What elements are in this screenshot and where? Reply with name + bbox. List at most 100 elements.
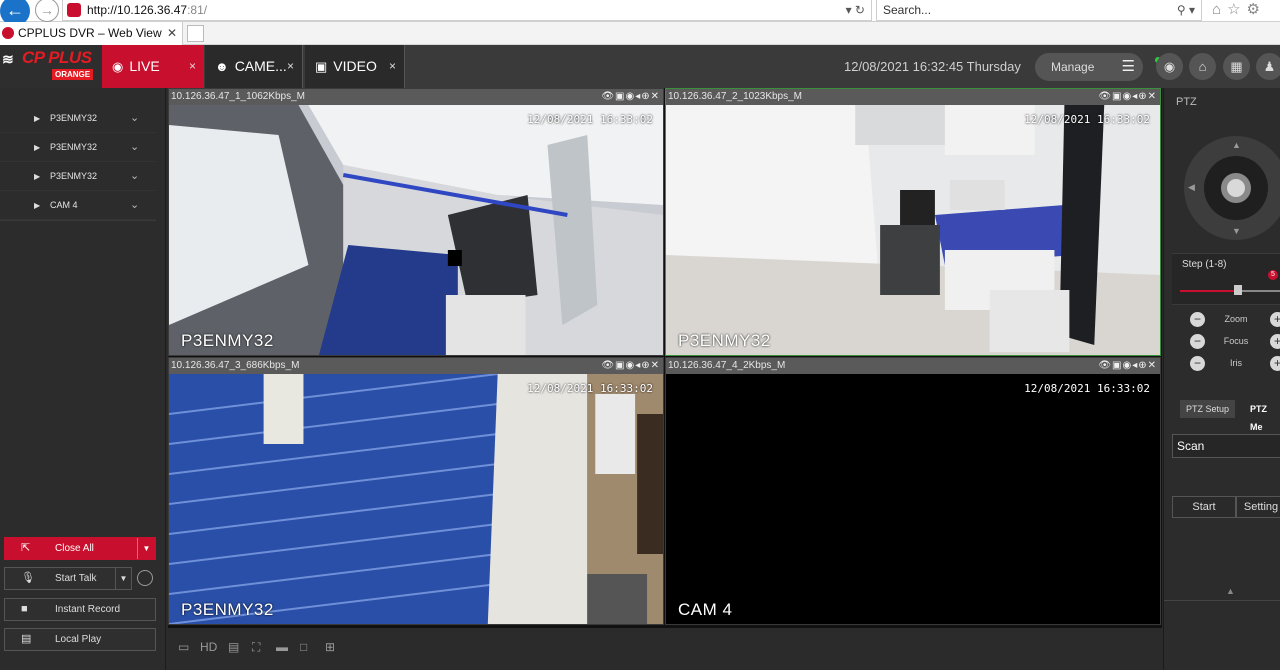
wh-ratio-icon[interactable]: ▭ [178,640,189,654]
url-input[interactable]: http://10.126.36.47:81/ ▾ ↻ [62,0,872,21]
expand-caret-icon[interactable]: ▶ [34,162,40,191]
home-icon[interactable]: ⌂ [1189,53,1216,80]
pane-controls-icon[interactable]: 👁▣◉◂⊕✕ [1098,358,1157,374]
camera-list-item[interactable]: ▶ P3ENMY32 ⌄ [0,133,156,162]
qr-code-icon[interactable]: ▦ [1223,53,1250,80]
pane-header: 10.126.36.47_3_686Kbps_M 👁▣◉◂⊕✕ [169,358,663,374]
home-icon[interactable]: ⌂ [1212,0,1221,22]
start-talk-button[interactable]: 🎙 Start Talk ▼ [4,567,132,590]
iris-minus-button[interactable]: − [1190,356,1205,371]
video-pane-4[interactable]: 10.126.36.47_4_2Kbps_M 👁▣◉◂⊕✕ 12/08/2021… [665,357,1161,625]
camera-icon: ☻ [215,59,229,74]
favorites-star-icon[interactable]: ☆ [1227,0,1240,22]
fullscreen-icon[interactable]: ⛶ [252,640,260,655]
tab-live[interactable]: ◉ LIVE × [102,45,204,88]
video-record-icon: ■ [21,603,28,615]
close-all-button[interactable]: ⇱ Close All ▼ [4,537,156,560]
camera-list-item[interactable]: ▶ P3ENMY32 ⌄ [0,162,156,191]
step-slider-thumb[interactable] [1234,285,1242,295]
ptz-divider [1164,600,1280,601]
tab-ptz-menu[interactable]: PTZ Me [1244,400,1280,432]
ptz-title: PTZ [1176,96,1197,108]
start-talk-dropdown-icon[interactable]: ▼ [115,568,131,589]
video-pane-1[interactable]: 10.126.36.47_1_1062Kbps_M 👁▣◉◂⊕✕ 12/08/2… [168,88,664,356]
camera-list-item[interactable]: ▶ P3ENMY32 ⌄ [0,104,156,133]
forward-arrow-icon[interactable]: → [35,0,59,22]
search-input[interactable]: Search... ⚲ ▾ [876,0,1202,21]
tab-close-icon[interactable]: ✕ [167,22,177,44]
camera-feed-image [169,105,663,355]
url-port: :81/ [187,3,208,17]
pane-stream-info: 10.126.36.47_2_1023Kbps_M [668,91,803,102]
expand-caret-icon[interactable]: ▶ [34,191,40,220]
talk-status-circle-icon[interactable] [137,570,153,586]
tab-live-close-icon[interactable]: × [189,45,196,88]
ptz-center-icon[interactable] [1221,173,1251,203]
search-placeholder: Search... [883,3,932,17]
pane-timestamp: 12/08/2021 16:33:02 [1024,382,1150,395]
pane-camera-name: P3ENMY32 [181,331,274,350]
pane-timestamp: 12/08/2021 16:33:02 [527,382,653,395]
iris-plus-button[interactable]: + [1270,356,1280,371]
instant-record-button[interactable]: ■ Instant Record [4,598,156,621]
ptz-up-icon[interactable]: ▲ [1232,140,1241,150]
pane-controls-icon[interactable]: 👁▣◉◂⊕✕ [1098,89,1157,105]
camera-list-item[interactable]: ▶ CAM 4 ⌄ [0,191,156,220]
focus-minus-button[interactable]: − [1190,334,1205,349]
microphone-icon: 🎙 [21,572,35,584]
close-all-dropdown-icon[interactable]: ▼ [137,538,155,559]
ptz-setting-button[interactable]: Setting [1236,496,1280,518]
pane-controls-icon[interactable]: 👁▣◉◂⊕✕ [601,358,660,374]
pane-header: 10.126.36.47_4_2Kbps_M 👁▣◉◂⊕✕ [666,358,1160,374]
zoom-minus-button[interactable]: − [1190,312,1205,327]
hd-toggle[interactable]: HD [200,640,217,654]
search-icon[interactable]: ⚲ ▾ [1177,0,1195,20]
chevron-down-icon[interactable]: ⌄ [130,104,139,133]
four-split-icon[interactable]: ⊞ [325,640,335,654]
pane-timestamp: 12/08/2021 16:33:02 [1024,113,1150,126]
zoom-label: Zoom [1224,314,1248,324]
settings-gear-icon[interactable]: ⚙ [1247,0,1260,22]
step-slider-track[interactable] [1180,290,1280,292]
refresh-icon[interactable]: ▾ ↻ [846,0,865,20]
user-icon[interactable]: ♟ [1256,53,1280,80]
tab-camera[interactable]: ☻ CAME... × [205,45,303,88]
chevron-down-icon[interactable]: ⌄ [130,162,139,191]
video-pane-2[interactable]: 10.126.36.47_2_1023Kbps_M 👁▣◉◂⊕✕ 12/08/2… [665,88,1161,356]
ptz-direction-pad[interactable]: ▲ ◀ ▼ [1184,136,1280,240]
pane-stream-info: 10.126.36.47_1_1062Kbps_M [171,91,306,102]
layout-icon[interactable]: ▤ [228,640,239,654]
pane-camera-name: CAM 4 [678,600,733,619]
expand-caret-icon[interactable]: ▶ [34,133,40,162]
camera-feed-image [169,374,663,624]
tab-video-close-icon[interactable]: × [389,45,396,88]
eye-icon: ◉ [112,59,124,74]
browser-tab-bar: CPPLUS DVR – Web View ✕ [0,22,1280,45]
manage-button[interactable]: Manage ☰ [1035,53,1143,81]
chevron-down-icon[interactable]: ⌄ [130,191,139,220]
ptz-down-icon[interactable]: ▼ [1232,226,1241,236]
pane-controls-icon[interactable]: 👁▣◉◂⊕✕ [601,89,660,105]
ptz-function-select[interactable]: Scan [1172,434,1280,458]
focus-plus-button[interactable]: + [1270,334,1280,349]
zoom-plus-button[interactable]: + [1270,312,1280,327]
browser-tab[interactable]: CPPLUS DVR – Web View ✕ [0,22,183,45]
video-pane-3[interactable]: 10.126.36.47_3_686Kbps_M 👁▣◉◂⊕✕ 12/08/20… [168,357,664,625]
tab-ptz-setup[interactable]: PTZ Setup [1180,400,1236,418]
local-play-button[interactable]: ▤ Local Play [4,628,156,651]
ptz-step-control: Step (1-8) 5 [1172,253,1280,305]
new-tab-button[interactable] [187,25,204,42]
tab-camera-close-icon[interactable]: × [287,45,294,88]
focus-label: Focus [1223,336,1249,346]
chevron-down-icon[interactable]: ⌄ [130,133,139,162]
single-view-icon[interactable]: ▬ [276,640,288,654]
ptz-left-icon[interactable]: ◀ [1188,182,1195,193]
ptz-start-button[interactable]: Start [1172,496,1236,518]
tab-video[interactable]: ▣ VIDEO × [305,45,405,88]
collapse-up-icon[interactable]: ▲ [1226,586,1235,596]
eye-view-icon[interactable]: ◉ [1156,53,1183,80]
step-slider-fill [1180,290,1242,292]
camera-label: P3ENMY32 [50,171,98,181]
expand-caret-icon[interactable]: ▶ [34,104,40,133]
one-split-icon[interactable]: □ [300,640,307,654]
